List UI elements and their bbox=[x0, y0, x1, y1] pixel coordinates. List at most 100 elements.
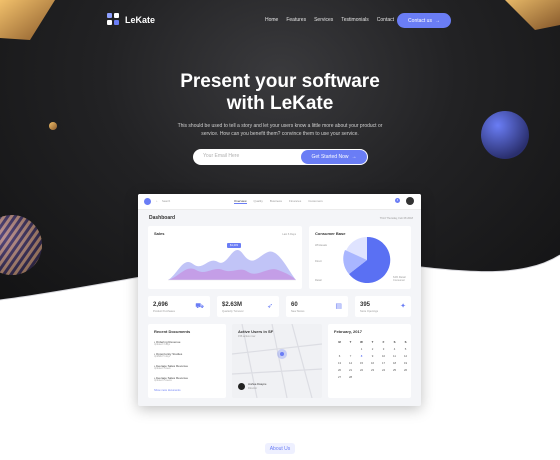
calendar-title: February, 2017 bbox=[334, 329, 362, 334]
brand-logo[interactable]: LeKate bbox=[107, 13, 155, 26]
nav-item-contact[interactable]: Contact bbox=[377, 17, 394, 23]
document-item[interactable]: • Average Sales Revenue Updated 2 weeks bbox=[154, 376, 188, 382]
calendar-day[interactable]: 26 bbox=[400, 368, 411, 372]
calendar-day[interactable]: 6 bbox=[334, 354, 345, 358]
calendar-day bbox=[400, 375, 411, 379]
recent-documents-card: Recent Documents • Ordering Revenue Updat… bbox=[148, 324, 226, 398]
four-square-logo-icon bbox=[107, 13, 120, 26]
stat-label: Quarterly Turnover bbox=[222, 310, 244, 313]
stat-card-turnover: $2.63M Quarterly Turnover ➶ bbox=[217, 296, 279, 317]
avatar bbox=[238, 383, 245, 390]
calendar-day bbox=[367, 375, 378, 379]
calendar-day bbox=[378, 375, 389, 379]
document-item[interactable]: • Opportunity Studies Updated 5 days bbox=[154, 352, 182, 358]
gold-prism-shape bbox=[0, 0, 55, 40]
calendar-weekday: W bbox=[360, 340, 363, 344]
tab-quality[interactable]: Quality bbox=[254, 199, 263, 204]
consumer-legend-direct: Direct bbox=[315, 260, 322, 263]
stat-label: New Stores bbox=[291, 310, 305, 313]
calendar-day[interactable]: 16 bbox=[367, 361, 378, 365]
search-icon: ⌕ bbox=[156, 200, 158, 203]
calendar-day[interactable]: 12 bbox=[400, 354, 411, 358]
dashboard-tabs: Overview Quality Business Finances Custo… bbox=[234, 199, 323, 204]
tab-business[interactable]: Business bbox=[270, 199, 282, 204]
dashboard-logo-icon bbox=[144, 198, 151, 205]
hero-title-line-2: with LeKate bbox=[226, 93, 334, 114]
stat-card-store-openings: 395 Store Openings ✦ bbox=[355, 296, 411, 317]
calendar-day[interactable]: 19 bbox=[400, 361, 411, 365]
active-users-map-card: Active Users in SF 156 active now Joshua… bbox=[232, 324, 322, 398]
calendar-weekday: S bbox=[404, 340, 407, 344]
nav-item-features[interactable]: Features bbox=[286, 17, 306, 23]
calendar-day[interactable]: 14 bbox=[345, 361, 356, 365]
consumer-legend-retail: Retail bbox=[315, 279, 322, 282]
calendar-day[interactable]: 11 bbox=[389, 354, 400, 358]
tab-finances[interactable]: Finances bbox=[289, 199, 301, 204]
gold-cube-shape bbox=[505, 0, 560, 30]
rocket-icon: ➶ bbox=[267, 303, 273, 310]
avatar[interactable] bbox=[406, 197, 414, 205]
calendar-day[interactable]: 7 bbox=[345, 354, 356, 358]
get-started-button[interactable]: Get Started Now → bbox=[301, 150, 367, 164]
document-date: Updated 3 days bbox=[154, 344, 171, 346]
nav-item-home[interactable]: Home bbox=[265, 17, 278, 23]
calendar-day[interactable]: 4 bbox=[389, 347, 400, 351]
email-input[interactable] bbox=[203, 153, 293, 159]
calendar-day[interactable]: 24 bbox=[378, 368, 389, 372]
calendar-day[interactable]: 20 bbox=[334, 368, 345, 372]
arrow-right-icon: → bbox=[434, 17, 440, 24]
stat-label: Product Purchases bbox=[153, 310, 175, 313]
small-bead-shape bbox=[49, 122, 57, 130]
email-signup-form: Get Started Now → bbox=[193, 149, 368, 165]
tab-overview[interactable]: Overview bbox=[234, 199, 247, 204]
document-date: Updated 2 weeks bbox=[154, 380, 172, 382]
dashboard-search-label[interactable]: Search bbox=[162, 200, 170, 203]
tab-customers[interactable]: Customers bbox=[308, 199, 323, 204]
nav-item-testimonials[interactable]: Testimonials bbox=[341, 17, 369, 23]
calendar-day[interactable]: 9 bbox=[367, 354, 378, 358]
calendar-day[interactable]: 15 bbox=[356, 361, 367, 365]
calendar-day[interactable]: 22 bbox=[356, 368, 367, 372]
calendar-day bbox=[334, 347, 345, 351]
calendar-day[interactable]: 25 bbox=[389, 368, 400, 372]
document-date: Updated 5 days bbox=[154, 356, 171, 358]
contact-us-label: Contact us bbox=[408, 17, 432, 24]
show-more-link[interactable]: Show more documents bbox=[154, 389, 181, 392]
calendar-weekday: M bbox=[338, 340, 341, 344]
calendar-day[interactable]: 23 bbox=[367, 368, 378, 372]
calendar-day[interactable]: 28 bbox=[345, 375, 356, 379]
calendar-weekday: T bbox=[371, 340, 374, 344]
calendar-day[interactable]: 27 bbox=[334, 375, 345, 379]
stat-value: 395 bbox=[360, 302, 371, 308]
stat-value: 60 bbox=[291, 302, 298, 308]
main-nav: Home Features Services Testimonials Cont… bbox=[265, 17, 394, 23]
calendar-day[interactable]: 18 bbox=[389, 361, 400, 365]
document-item[interactable]: • Ordering Revenue Updated 3 days bbox=[154, 340, 180, 346]
calendar-day[interactable]: 10 bbox=[378, 354, 389, 358]
calendar-day[interactable]: 13 bbox=[334, 361, 345, 365]
calendar-day[interactable]: 8 bbox=[356, 354, 367, 358]
calendar-grid: M T W T F S S 1 2 3 4 5 6 7 8 9 10 11 12 13 14 15 16 17 18 19 20 21… bbox=[334, 340, 411, 379]
calendar-day[interactable]: 17 bbox=[378, 361, 389, 365]
brand-name: LeKate bbox=[125, 14, 156, 25]
calendar-day[interactable]: 21 bbox=[345, 368, 356, 372]
nav-item-services[interactable]: Services bbox=[314, 17, 333, 23]
stat-card-new-stores: 60 New Stores ▤ bbox=[286, 296, 348, 317]
notification-badge[interactable]: 3 bbox=[395, 198, 400, 203]
consumer-legend-wholesale: Wholesale bbox=[315, 244, 328, 247]
cart-icon: ⛟ bbox=[195, 303, 204, 310]
calendar-weekday: T bbox=[349, 340, 352, 344]
calendar-day[interactable]: 3 bbox=[378, 347, 389, 351]
hero-subtitle-line-2: service. How can you benefit them? convi… bbox=[201, 131, 359, 137]
dashboard-preview: ⌕ Search Overview Quality Business Finan… bbox=[138, 194, 421, 406]
dashboard-date: Third Thursday, Feb 08 2018 bbox=[379, 217, 413, 220]
hero-title-line-1: Present your software bbox=[180, 71, 380, 92]
consumer-base-card: Consumer Base Wholesale Direct Retail 64… bbox=[309, 226, 411, 289]
hero-subtitle: This should be used to tell a story and … bbox=[170, 122, 390, 138]
contact-us-button[interactable]: Contact us → bbox=[397, 13, 451, 28]
calendar-day[interactable]: 5 bbox=[400, 347, 411, 351]
get-started-label: Get Started Now bbox=[311, 154, 349, 160]
document-item[interactable]: • Average Sales Revenue Updated 1 week bbox=[154, 364, 188, 370]
calendar-day[interactable]: 1 bbox=[356, 347, 367, 351]
calendar-day[interactable]: 2 bbox=[367, 347, 378, 351]
